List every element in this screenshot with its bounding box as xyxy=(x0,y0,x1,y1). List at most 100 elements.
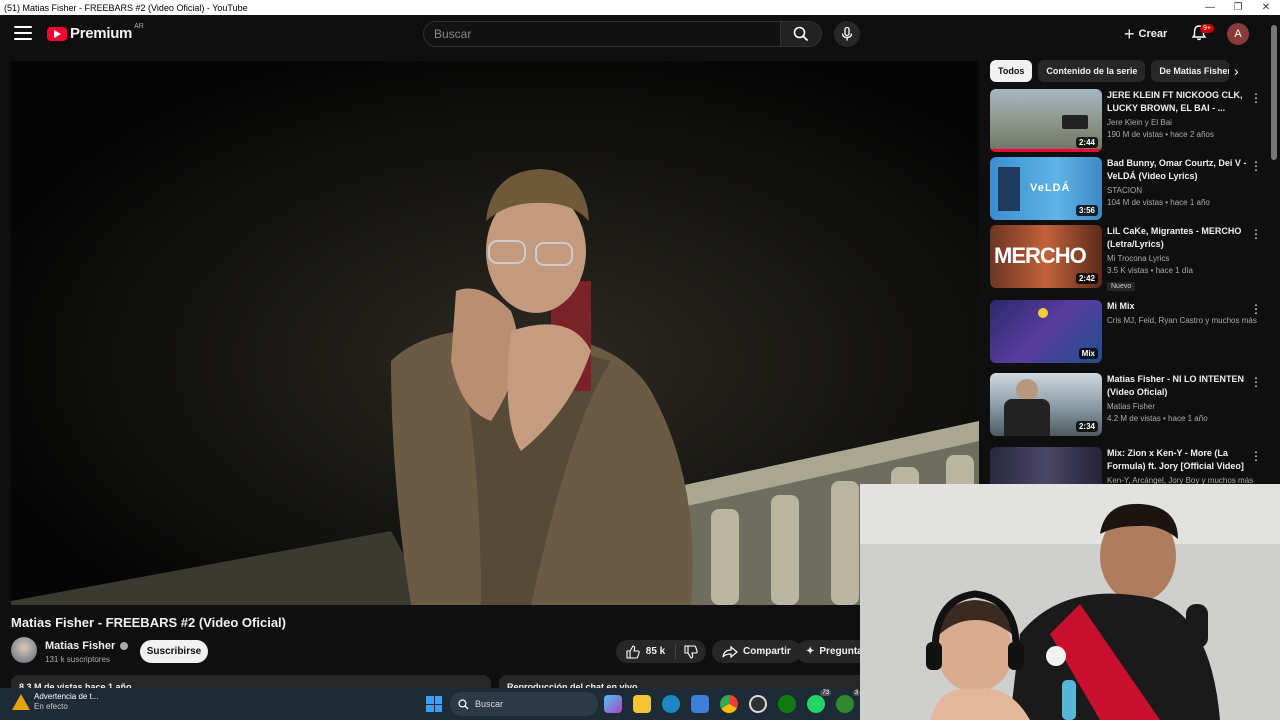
recommendation-title: Matias Fisher - NI LO INTENTEN (Video Of… xyxy=(1107,374,1245,397)
video-thumbnail[interactable]: 2:34 xyxy=(990,373,1102,436)
subscribe-button[interactable]: Suscribirse xyxy=(140,640,208,663)
chip-series[interactable]: Contenido de la serie xyxy=(1038,60,1146,82)
recommendation-channel: Cris MJ, Feid, Ryan Castro y muchos más xyxy=(1107,316,1257,325)
minimize-button[interactable]: — xyxy=(1196,0,1224,15)
duration-badge: 2:34 xyxy=(1075,421,1098,432)
search-box[interactable] xyxy=(423,21,781,47)
file-explorer-icon[interactable] xyxy=(633,695,651,713)
sparkle-icon: ✦ xyxy=(806,646,815,657)
whatsapp-icon[interactable]: 73 xyxy=(807,690,831,713)
recommendation-channel: Mi Trocona Lyrics xyxy=(1107,254,1170,263)
like-button[interactable]: 85 k xyxy=(616,644,676,659)
more-options-icon[interactable]: ⋮ xyxy=(1250,375,1262,389)
window-title: (51) Matias Fisher - FREEBARS #2 (Video … xyxy=(4,2,248,13)
more-options-icon[interactable]: ⋮ xyxy=(1250,302,1262,316)
subscriber-count: 131 k suscriptores xyxy=(45,655,110,664)
channel-avatar[interactable] xyxy=(11,637,37,663)
duration-badge: 3:56 xyxy=(1075,205,1098,216)
chip-from-channel[interactable]: De Matias Fisher xyxy=(1151,60,1230,82)
list-item[interactable]: VeLDÁ 3:56 Bad Bunny, Omar Courtz, Dei V… xyxy=(990,157,1270,221)
windows-start-icon[interactable] xyxy=(426,696,442,712)
voice-search-button[interactable] xyxy=(834,21,860,47)
create-label: Crear xyxy=(1138,28,1168,40)
menu-icon[interactable] xyxy=(14,26,32,40)
country-code: AR xyxy=(134,23,144,30)
more-options-icon[interactable]: ⋮ xyxy=(1250,159,1262,173)
like-dislike-group: 85 k xyxy=(616,640,706,663)
taskbar-search[interactable]: Buscar xyxy=(450,692,598,716)
more-options-icon[interactable]: ⋮ xyxy=(1250,449,1262,463)
channel-name-text: Matias Fisher xyxy=(45,640,116,652)
youtube-play-icon xyxy=(47,26,67,41)
video-thumbnail[interactable]: 2:44 xyxy=(990,89,1102,152)
copilot-icon[interactable] xyxy=(604,695,622,713)
list-item[interactable]: MERCHO 2:42 LiL CaKe, Migrantes - MERCHO… xyxy=(990,225,1270,291)
chrome-icon[interactable] xyxy=(720,695,738,713)
xbox-badge: 3 xyxy=(852,690,860,696)
plus-icon: + xyxy=(1124,23,1135,44)
obs-icon[interactable] xyxy=(749,695,767,713)
duration-badge: 2:42 xyxy=(1075,273,1098,284)
recommendation-channel: Jere Klein y El Bai xyxy=(1107,118,1172,127)
thumbs-up-icon xyxy=(626,644,640,659)
dislike-button[interactable] xyxy=(676,644,706,659)
page-scrollbar[interactable] xyxy=(1271,25,1277,160)
list-item[interactable]: Mix Mi Mix Cris MJ, Feid, Ryan Castro y … xyxy=(990,300,1270,364)
share-icon xyxy=(722,645,738,658)
store-icon[interactable] xyxy=(691,695,709,713)
weather-alert[interactable]: Advertencia de t... En efecto xyxy=(12,692,98,712)
thumbs-down-icon xyxy=(684,644,698,659)
list-item[interactable]: 2:34 Matias Fisher - NI LO INTENTEN (Vid… xyxy=(990,373,1270,437)
video-player[interactable] xyxy=(11,61,979,605)
list-item[interactable]: 2:44 JERE KLEIN FT NICKOOG CLK, LUCKY BR… xyxy=(990,89,1270,153)
video-thumbnail[interactable]: VeLDÁ 3:56 xyxy=(990,157,1102,220)
recommendation-meta: 4.2 M de vistas • hace 1 año xyxy=(1107,414,1208,423)
youtube-logo[interactable]: Premium AR xyxy=(47,23,144,42)
masthead: Premium AR + Crear 9+ A xyxy=(0,15,1280,55)
browser-titlebar: (51) Matias Fisher - FREEBARS #2 (Video … xyxy=(0,0,1280,15)
close-button[interactable]: ✕ xyxy=(1252,0,1280,15)
whatsapp-badge: 73 xyxy=(820,690,831,696)
video-frame xyxy=(11,61,979,605)
microphone-icon xyxy=(841,27,853,41)
recommendation-channel: Matias Fisher xyxy=(1107,402,1156,411)
chip-all[interactable]: Todos xyxy=(990,60,1033,82)
taskbar-apps: 73 3 xyxy=(604,690,860,713)
recommendation-channel: STACION xyxy=(1107,186,1142,195)
recommendation-meta: 3.5 K vistas • hace 1 día xyxy=(1107,266,1193,275)
new-badge: Nuevo xyxy=(1107,282,1136,291)
more-options-icon[interactable]: ⋮ xyxy=(1250,227,1262,241)
video-thumbnail[interactable]: MERCHO 2:42 xyxy=(990,225,1102,288)
more-options-icon[interactable]: ⋮ xyxy=(1250,91,1262,105)
webcam-frame xyxy=(860,484,1280,720)
search-button[interactable] xyxy=(780,21,822,47)
like-count: 85 k xyxy=(645,646,666,657)
recommendation-title: LiL CaKe, Migrantes - MERCHO (Letra/Lyri… xyxy=(1107,226,1242,249)
taskbar: Advertencia de t... En efecto Buscar 73 … xyxy=(0,688,860,720)
verified-icon xyxy=(120,642,129,650)
account-avatar[interactable]: A xyxy=(1227,23,1249,45)
taskbar-search-label: Buscar xyxy=(475,699,504,709)
mix-badge: Mix xyxy=(1078,348,1098,359)
channel-name[interactable]: Matias Fisher xyxy=(45,640,129,652)
list-item[interactable]: Mix: Zion x Ken-Y - More (La Formula) ft… xyxy=(990,447,1270,484)
video-thumbnail[interactable]: Mix xyxy=(990,300,1102,363)
share-label: Compartir xyxy=(743,646,791,657)
filter-chips: Todos Contenido de la serie De Matias Fi… xyxy=(990,60,1230,82)
ask-label: Pregunta xyxy=(819,646,860,657)
search-input[interactable] xyxy=(434,27,780,41)
ask-button[interactable]: ✦ Pregunta xyxy=(796,640,860,663)
window-controls: — ❐ ✕ xyxy=(1196,0,1280,15)
share-button[interactable]: Compartir xyxy=(712,640,801,663)
maximize-button[interactable]: ❐ xyxy=(1224,0,1252,15)
video-title: Matias Fisher - FREEBARS #2 (Video Ofici… xyxy=(11,615,286,630)
xbox-icon[interactable] xyxy=(778,695,796,713)
xbox-app-icon[interactable]: 3 xyxy=(836,690,860,713)
chevron-right-icon[interactable]: › xyxy=(1234,63,1250,79)
edge-icon[interactable] xyxy=(662,695,680,713)
recommendation-title: Mi Mix xyxy=(1107,301,1135,311)
video-thumbnail[interactable] xyxy=(990,447,1102,484)
search-icon xyxy=(793,26,809,42)
alert-status: En efecto xyxy=(34,702,68,711)
create-button[interactable]: + Crear xyxy=(1124,23,1167,45)
